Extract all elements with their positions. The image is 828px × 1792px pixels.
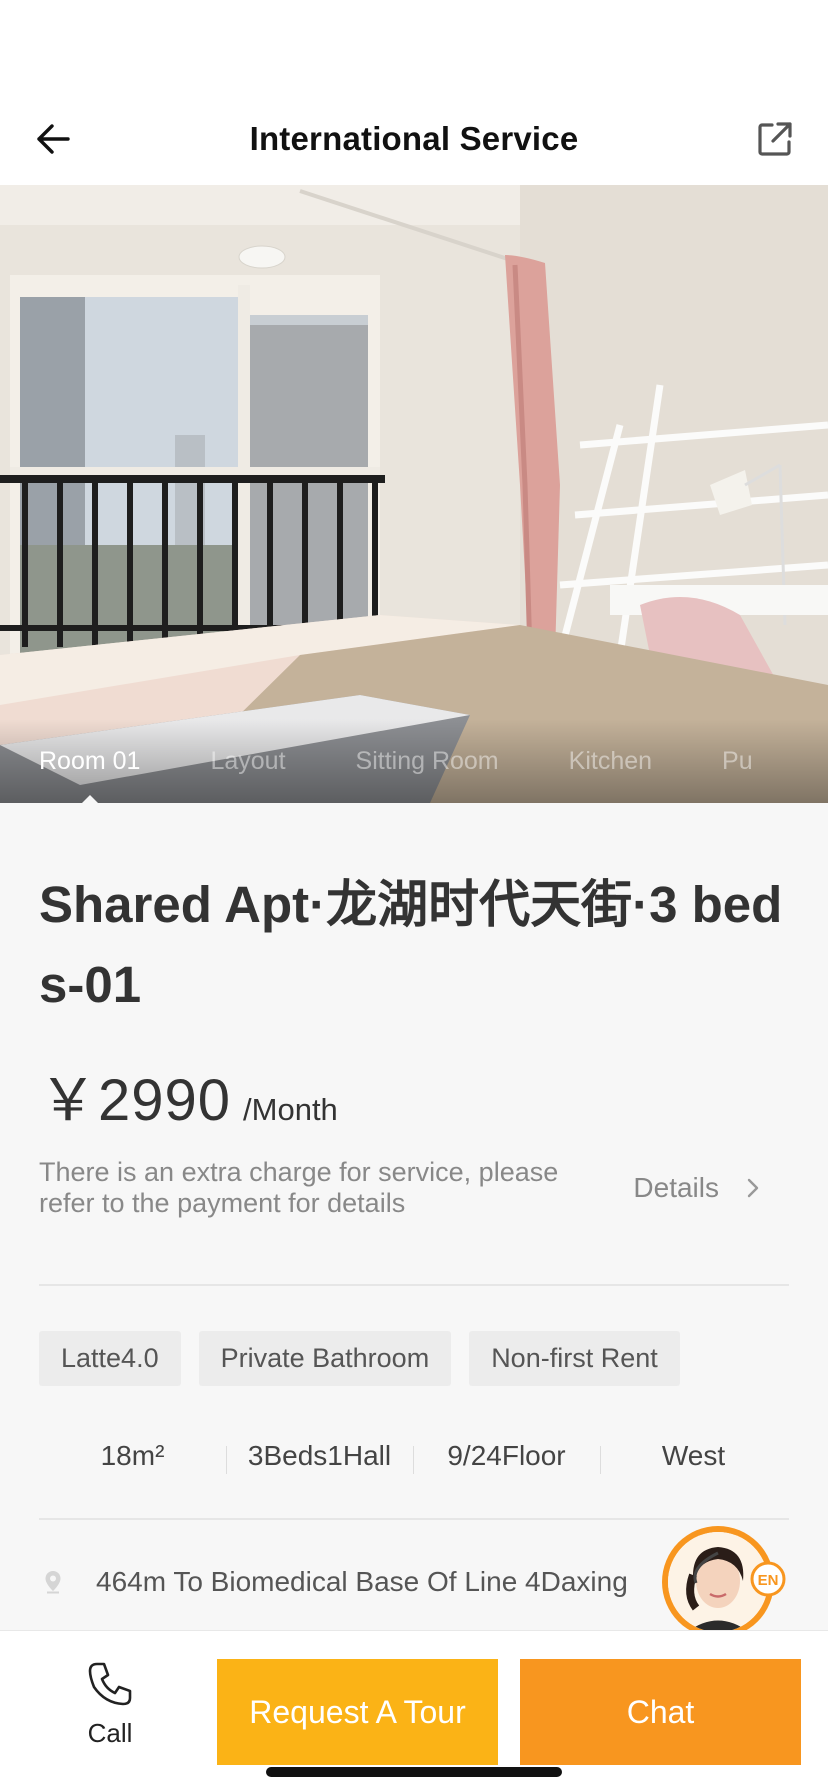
photo-category-tabs: Room 01 Layout Sitting Room Kitchen Pu xyxy=(0,719,828,803)
status-bar xyxy=(0,0,828,92)
spec-orientation: West xyxy=(600,1440,787,1474)
photo-tab-more[interactable]: Pu xyxy=(722,747,753,776)
photo-tab-kitchen[interactable]: Kitchen xyxy=(569,747,652,776)
navigation-bar: International Service xyxy=(0,92,828,185)
agent-avatar-icon: EN xyxy=(662,1526,786,1638)
external-link-icon xyxy=(758,122,792,156)
spec-floor: 9/24Floor xyxy=(413,1440,600,1474)
home-indicator xyxy=(266,1767,562,1777)
divider xyxy=(39,1284,789,1286)
feature-tags: Latte4.0 Private Bathroom Non-first Rent xyxy=(39,1331,789,1386)
request-tour-button[interactable]: Request A Tour xyxy=(217,1659,498,1765)
monthly-price: ￥2990 xyxy=(39,1068,232,1133)
listing-title: Shared Apt·龙湖时代天街·3 beds-01 xyxy=(39,876,783,1013)
price-unit: /Month xyxy=(243,1092,338,1127)
room-photo-gallery[interactable]: Room 01 Layout Sitting Room Kitchen Pu xyxy=(0,185,828,803)
location-pin-icon xyxy=(43,1570,63,1594)
metro-distance: 464m To Biomedical Base Of Line 4Daxing xyxy=(96,1566,628,1597)
room-photo xyxy=(0,185,828,803)
customer-service-agent-button[interactable]: EN xyxy=(660,1523,788,1641)
page-title: International Service xyxy=(249,119,579,157)
chevron-right-icon xyxy=(747,1178,759,1198)
divider xyxy=(39,1518,789,1520)
tag-private-bathroom: Private Bathroom xyxy=(198,1331,452,1386)
share-button[interactable] xyxy=(752,116,798,162)
spec-layout: 3Beds1Hall xyxy=(226,1440,413,1474)
room-specs: 18m² 3Beds1Hall 9/24Floor West xyxy=(39,1436,789,1476)
price-row: ￥2990 /Month xyxy=(39,1053,789,1137)
back-button[interactable] xyxy=(30,116,76,162)
tag-latte: Latte4.0 xyxy=(39,1331,181,1386)
svg-text:EN: EN xyxy=(758,1572,779,1589)
photo-tab-layout[interactable]: Layout xyxy=(210,747,285,776)
call-label: Call xyxy=(87,1718,133,1748)
tag-non-first-rent: Non-first Rent xyxy=(469,1331,680,1386)
details-label: Details xyxy=(633,1172,719,1203)
details-link[interactable]: Details xyxy=(633,1172,759,1204)
photo-tab-room-01[interactable]: Room 01 xyxy=(39,747,140,803)
call-button[interactable]: Call xyxy=(70,1659,150,1749)
spec-area: 18m² xyxy=(100,1440,165,1471)
arrow-left-icon xyxy=(37,124,70,154)
service-fee-note: There is an extra charge for service, pl… xyxy=(39,1157,559,1218)
photo-tab-sitting-room[interactable]: Sitting Room xyxy=(356,747,499,776)
listing-details: Shared Apt·龙湖时代天街·3 beds-01 ￥2990 /Month… xyxy=(39,803,789,1602)
chat-button[interactable]: Chat xyxy=(520,1659,801,1765)
service-fee-row[interactable]: There is an extra charge for service, pl… xyxy=(39,1157,789,1219)
phone-icon xyxy=(88,1662,132,1706)
